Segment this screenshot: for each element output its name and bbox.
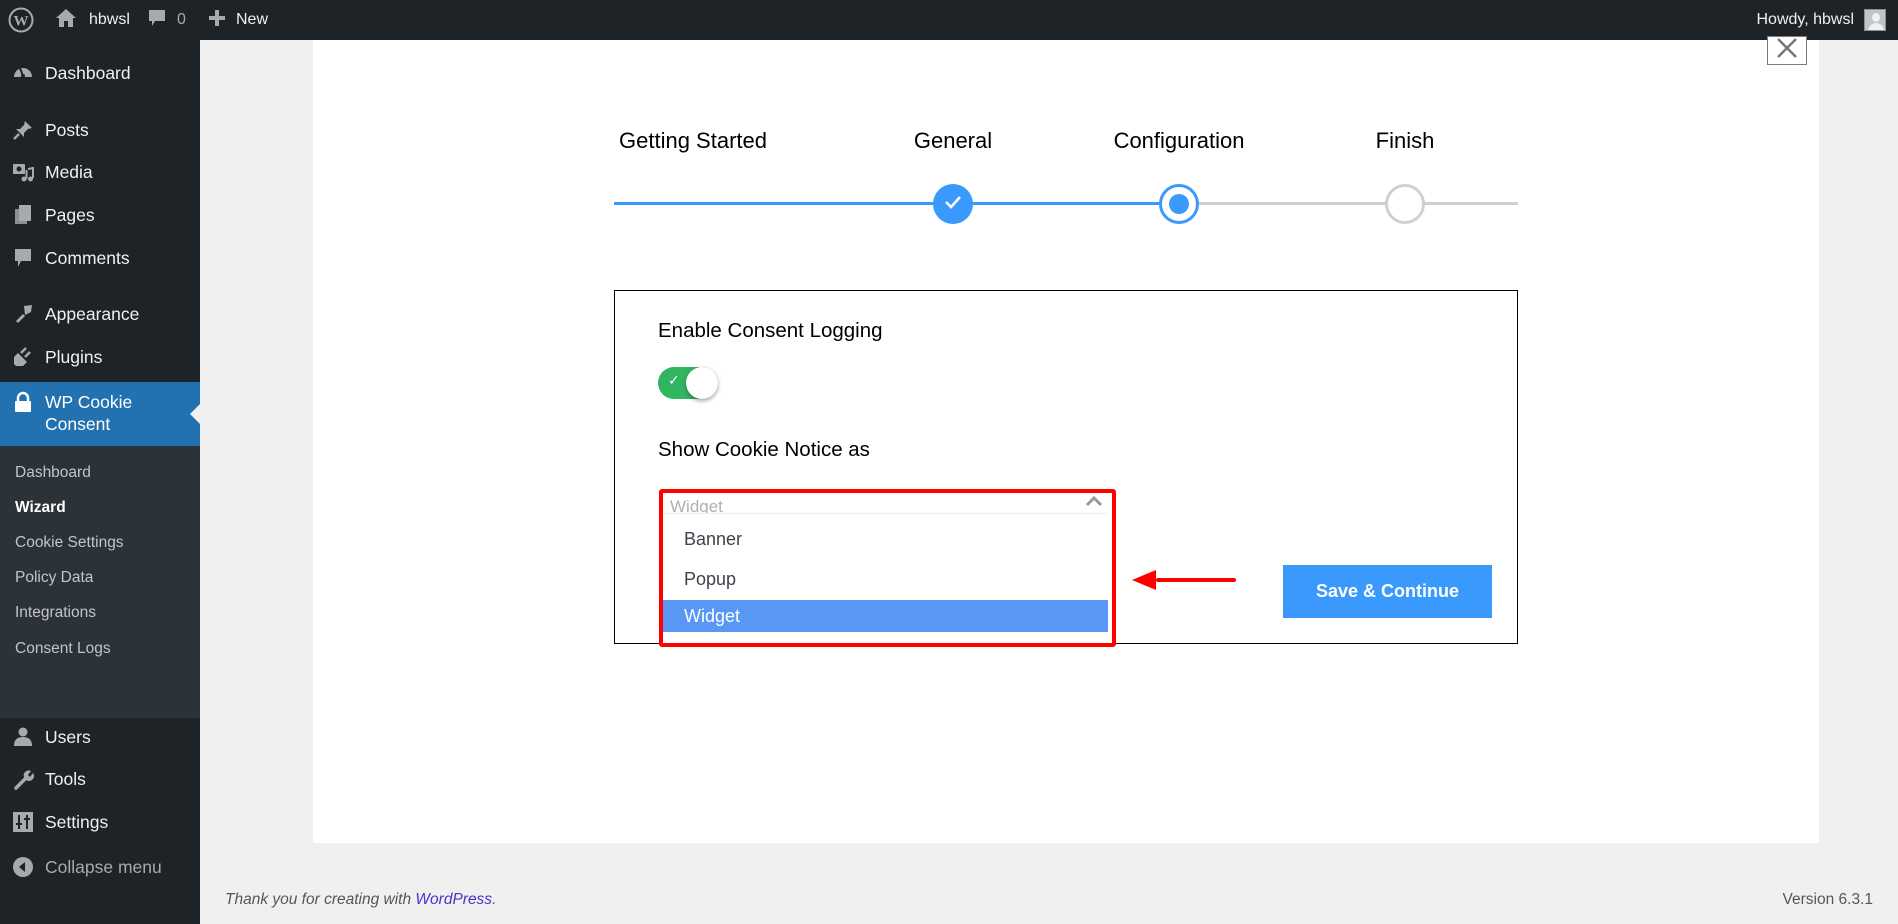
comments-link[interactable]: 0 xyxy=(147,0,186,40)
my-account-link[interactable]: Howdy, hbwsl xyxy=(1756,0,1886,40)
dashboard-icon xyxy=(11,61,35,85)
sidebar-item-appearance[interactable]: Appearance xyxy=(0,297,200,331)
step-dot-configuration[interactable] xyxy=(1159,184,1199,224)
sidebar-item-users[interactable]: Users xyxy=(0,720,200,754)
sidebar-item-settings[interactable]: Settings xyxy=(0,805,200,839)
site-name-link[interactable]: hbwsl xyxy=(55,0,130,40)
enable-logging-toggle[interactable]: ✓ xyxy=(658,367,718,399)
current-step-indicator xyxy=(1169,194,1189,214)
step-dot-general[interactable] xyxy=(933,184,973,224)
step-label-finish: Finish xyxy=(1375,128,1435,153)
lock-icon xyxy=(11,390,35,414)
pages-icon xyxy=(11,203,35,227)
site-name: hbwsl xyxy=(89,11,130,28)
toggle-check-icon: ✓ xyxy=(668,372,680,388)
admin-sidebar: Dashboard Posts Media Pages Comments App… xyxy=(0,40,200,924)
plus-icon xyxy=(208,9,226,32)
new-label: New xyxy=(236,11,269,28)
sidebar-item-media[interactable]: Media xyxy=(0,155,200,189)
enable-logging-label: Enable Consent Logging xyxy=(658,319,883,342)
sidebar-item-tools[interactable]: Tools xyxy=(0,762,200,796)
show-notice-label: Show Cookie Notice as xyxy=(658,438,870,461)
version-text: Version 6.3.1 xyxy=(1782,891,1873,908)
wordpress-link[interactable]: WordPress xyxy=(415,891,492,908)
avatar xyxy=(1864,9,1886,31)
sidebar-item-plugins[interactable]: Plugins xyxy=(0,340,200,374)
collapse-menu-button[interactable]: Collapse menu xyxy=(0,850,200,884)
submenu-item-integrations[interactable]: Integrations xyxy=(15,604,96,622)
step-label-general: General xyxy=(913,128,993,153)
sidebar-item-dashboard[interactable]: Dashboard xyxy=(0,56,200,90)
wrench-icon xyxy=(11,767,35,791)
collapse-icon xyxy=(11,855,35,879)
sidebar-item-wp-cookie-consent[interactable]: WP Cookie Consent xyxy=(0,382,200,446)
howdy-text: Howdy, hbwsl xyxy=(1756,11,1854,28)
save-continue-button[interactable]: Save & Continue xyxy=(1283,565,1492,618)
submenu-item-cookie-settings[interactable]: Cookie Settings xyxy=(15,534,124,552)
annotation-arrow-icon xyxy=(1130,568,1240,599)
plug-icon xyxy=(11,345,35,369)
toggle-knob xyxy=(686,367,718,399)
step-label-configuration: Configuration xyxy=(1113,128,1245,153)
home-icon xyxy=(55,8,77,33)
step-label-getting-started: Getting Started xyxy=(619,128,767,153)
footer-thanks: Thank you for creating with WordPress. xyxy=(225,891,496,909)
submenu: Dashboard Wizard Cookie Settings Policy … xyxy=(0,446,200,718)
comments-count: 0 xyxy=(177,11,186,28)
wordpress-logo-icon[interactable]: W xyxy=(8,0,38,40)
pin-icon xyxy=(11,118,35,142)
new-content-link[interactable]: New xyxy=(208,0,268,40)
sidebar-item-comments[interactable]: Comments xyxy=(0,241,200,275)
footer-thanks-text: Thank you for creating with xyxy=(225,891,416,908)
progress-line-complete xyxy=(614,202,1179,205)
submenu-item-wizard[interactable]: Wizard xyxy=(15,499,66,517)
svg-text:W: W xyxy=(14,14,29,30)
media-icon xyxy=(11,160,35,184)
check-icon xyxy=(944,195,962,214)
submenu-item-consent-logs[interactable]: Consent Logs xyxy=(15,640,111,658)
close-button[interactable] xyxy=(1767,36,1807,65)
footer-period: . xyxy=(492,891,497,908)
annotation-highlight-box xyxy=(659,489,1116,647)
submenu-item-dashboard[interactable]: Dashboard xyxy=(15,464,91,482)
user-icon xyxy=(11,725,35,749)
sliders-icon xyxy=(11,810,35,834)
sidebar-item-pages[interactable]: Pages xyxy=(0,198,200,232)
brush-icon xyxy=(11,302,35,326)
close-icon xyxy=(1776,37,1798,64)
sidebar-item-posts[interactable]: Posts xyxy=(0,113,200,147)
admin-bar: W hbwsl 0 New Howdy, hbwsl xyxy=(0,0,1898,40)
comment-icon xyxy=(147,8,167,33)
progress-line-pending xyxy=(1179,202,1518,205)
submenu-item-policy-data[interactable]: Policy Data xyxy=(15,569,93,587)
step-dot-finish[interactable] xyxy=(1385,184,1425,224)
comment-icon xyxy=(11,246,35,270)
menu-label-line1: WP Cookie xyxy=(45,392,133,412)
menu-label-line2: Consent xyxy=(45,414,111,434)
